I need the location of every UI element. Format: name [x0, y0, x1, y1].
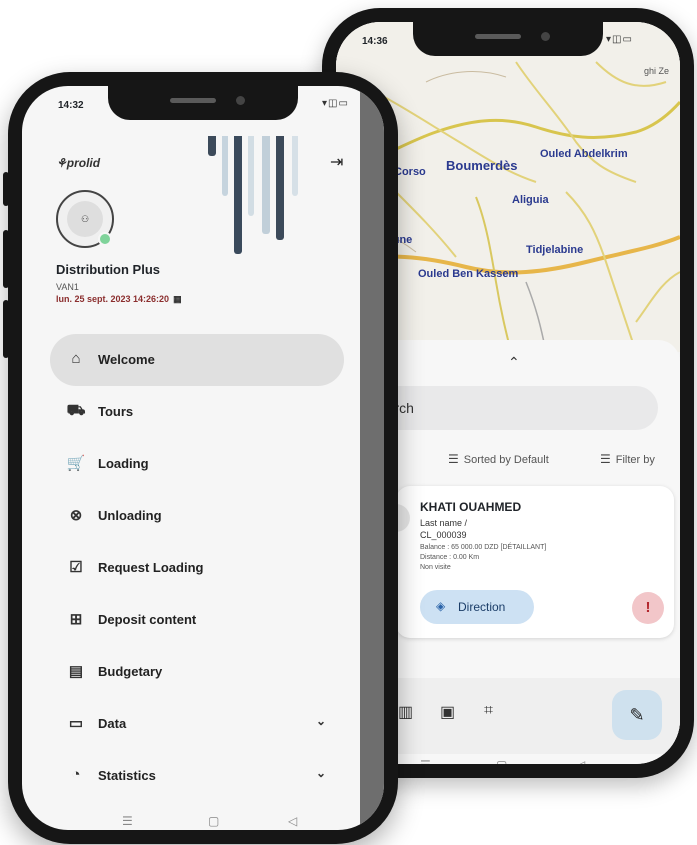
search-input[interactable]: Research: [354, 386, 658, 430]
menu-item-deposit-content[interactable]: ⊞ Deposit content: [50, 594, 344, 646]
chevron-down-icon: ⌄: [315, 714, 326, 728]
menu-item-budgetary[interactable]: ▤ Budgetary: [50, 646, 344, 698]
budget-icon: ▤: [68, 663, 84, 680]
drawer-scrim[interactable]: [360, 86, 384, 830]
menu-item-tours[interactable]: ⛟ Tours: [50, 386, 344, 438]
phone-notch: [413, 22, 603, 56]
menu-item-welcome[interactable]: ⌂ Welcome: [50, 334, 344, 386]
client-distance: Distance : 0.00 Km: [420, 554, 480, 561]
chevron-up-icon[interactable]: ⌃: [508, 354, 520, 371]
menu-item-label: Unloading: [98, 508, 162, 523]
filter-label: Filter by: [615, 454, 655, 466]
menu-nav-icon[interactable]: ☰: [122, 814, 133, 828]
direction-icon: ◈: [436, 599, 446, 613]
sort-button[interactable]: ☰ Sorted by Default: [448, 452, 549, 466]
sort-icon: ☰: [448, 452, 459, 466]
map-label-corner: ghi Ze: [644, 66, 670, 76]
map-label-ouled-ben-kassem: Ouled Ben Kassem: [418, 268, 519, 280]
cart-remove-icon: ⊗: [69, 507, 83, 524]
map-label-boumerdes: Boumerdès: [446, 158, 518, 173]
status-time: 14:36: [362, 36, 388, 47]
direction-label: Direction: [458, 600, 506, 614]
filter-button[interactable]: ☰ Filter by: [600, 452, 655, 466]
client-code: CL_000039: [420, 530, 467, 540]
pie-chart-icon: ◔: [71, 766, 81, 783]
menu-item-label: Budgetary: [98, 664, 163, 679]
phone-notch: [108, 86, 298, 120]
home-nav-icon[interactable]: ▢: [496, 758, 507, 764]
map-view-icon[interactable]: ▥: [398, 702, 413, 722]
online-status-dot: [98, 232, 112, 246]
menu-item-label: Statistics: [98, 768, 156, 783]
scan-icon[interactable]: ⌗: [484, 702, 493, 720]
direction-button[interactable]: ◈ Direction: [420, 590, 534, 624]
briefcase-icon: ▭: [68, 715, 84, 732]
client-balance: Balance : 65 000.00 DZD [DÉTAILLANT]: [420, 544, 547, 551]
truck-icon: ⛟: [66, 402, 86, 419]
prolid-logo: ⚘prolid: [56, 156, 101, 170]
company-name: Distribution Plus: [56, 262, 160, 277]
map-label-tidjelabine: Tidjelabine: [526, 244, 584, 256]
menu-item-statistics[interactable]: ◔ Statistics ⌄: [50, 750, 344, 802]
alert-button[interactable]: !: [632, 592, 664, 624]
menu-item-label: Welcome: [98, 352, 155, 367]
client-last-name: Last name /: [420, 518, 468, 528]
map-label-ouled-abdelkrim: Ouled Abdelkrim: [540, 148, 628, 160]
van-label: VAN1: [56, 282, 79, 292]
session-datetime: lun. 25 sept. 2023 14:26:20 ▦: [56, 294, 182, 305]
menu-item-unloading[interactable]: ⊗ Unloading: [50, 490, 344, 542]
clipboard-check-icon: ☑: [69, 559, 83, 576]
status-icons: ▾◫▭: [322, 98, 349, 109]
sort-label: Sorted by Default: [463, 454, 549, 466]
home-icon: ⌂: [71, 350, 81, 367]
filter-icon: ☰: [600, 452, 611, 466]
menu-item-label: Data: [98, 716, 127, 731]
client-name: KHATI OUAHMED: [420, 500, 522, 514]
datetime-text: lun. 25 sept. 2023 14:26:20: [56, 294, 170, 304]
chart-icon[interactable]: ▣: [440, 702, 455, 722]
map-label-corso: Corso: [394, 166, 426, 178]
phone-volume-down: [3, 300, 9, 358]
menu-item-label: Request Loading: [98, 560, 204, 575]
status-time: 14:32: [58, 100, 84, 111]
logo-text: prolid: [66, 156, 101, 170]
client-card[interactable]: KHATI OUAHMED Last name / CL_000039 Bala…: [382, 486, 674, 638]
menu-item-loading[interactable]: 🛒 Loading: [50, 438, 344, 490]
edit-button[interactable]: ✎: [612, 690, 662, 740]
calendar-icon[interactable]: ▦: [173, 294, 182, 304]
back-nav-icon[interactable]: ◁: [288, 814, 297, 828]
user-icon: ⚇: [67, 201, 103, 237]
front-phone-screen: 14:32 ▾◫▭ ⚘prolid ⇥ ⚇ Distribution Plus …: [22, 86, 384, 830]
phone-side-button: [3, 172, 9, 206]
cart-icon: ⊞: [69, 611, 83, 628]
menu-item-data[interactable]: ▭ Data ⌄: [50, 698, 344, 750]
menu-item-label: Loading: [98, 456, 149, 471]
phone-volume-up: [3, 230, 9, 288]
home-nav-icon[interactable]: ▢: [208, 814, 219, 828]
menu-item-label: Tours: [98, 404, 134, 419]
back-nav-icon[interactable]: ◁: [576, 758, 585, 764]
avatar[interactable]: ⚇: [56, 190, 114, 248]
chevron-down-icon: ⌄: [315, 766, 326, 780]
menu-item-request-loading[interactable]: ☑ Request Loading: [50, 542, 344, 594]
front-phone: 14:32 ▾◫▭ ⚘prolid ⇥ ⚇ Distribution Plus …: [3, 72, 398, 844]
client-visit-status: Non visite: [420, 564, 451, 571]
decorative-bars: [208, 136, 318, 256]
status-icons: ▾◫▭: [606, 34, 633, 45]
cart-add-icon: 🛒: [66, 455, 86, 472]
logout-icon[interactable]: ⇥: [330, 152, 343, 172]
menu-nav-icon[interactable]: ☰: [420, 758, 431, 764]
menu-item-label: Deposit content: [98, 612, 197, 627]
map-label-aliguia: Aliguia: [512, 194, 549, 206]
